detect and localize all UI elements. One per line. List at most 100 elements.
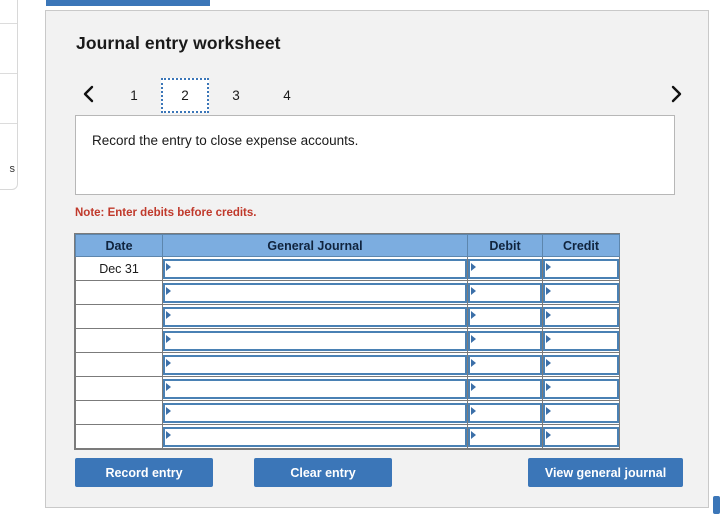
caret-right-icon	[166, 430, 171, 439]
account-select-cell[interactable]	[162, 280, 468, 305]
account-select[interactable]	[163, 306, 467, 327]
credit-input-cell[interactable]	[542, 376, 620, 401]
account-select-cell[interactable]	[162, 376, 468, 401]
clear-entry-button[interactable]: Clear entry	[254, 458, 392, 487]
debit-input-cell[interactable]	[467, 352, 543, 377]
date-cell[interactable]	[75, 424, 163, 449]
credit-input[interactable]	[543, 258, 619, 279]
debit-input[interactable]	[468, 378, 542, 399]
view-general-journal-button[interactable]: View general journal	[528, 458, 683, 487]
table-row	[75, 328, 620, 353]
credit-input-cell[interactable]	[542, 424, 620, 449]
pager-page-1[interactable]: 1	[110, 78, 158, 113]
instruction-box: Record the entry to close expense accoun…	[75, 115, 675, 195]
caret-right-icon	[546, 286, 551, 295]
credit-input-cell[interactable]	[542, 280, 620, 305]
debit-input[interactable]	[468, 402, 542, 423]
left-fragment-label: s	[9, 163, 16, 175]
date-cell[interactable]	[75, 328, 163, 353]
account-select-cell[interactable]	[162, 352, 468, 377]
credit-input[interactable]	[543, 378, 619, 399]
date-cell[interactable]	[75, 280, 163, 305]
record-entry-button[interactable]: Record entry	[75, 458, 213, 487]
account-select[interactable]	[163, 378, 467, 399]
debit-input[interactable]	[468, 258, 542, 279]
account-select[interactable]	[163, 426, 467, 447]
debit-input[interactable]	[468, 330, 542, 351]
previous-page-button[interactable]	[76, 79, 100, 109]
debit-input-cell[interactable]	[467, 256, 543, 281]
caret-right-icon	[471, 358, 476, 367]
account-select-cell[interactable]	[162, 256, 468, 281]
divider	[0, 73, 17, 74]
debit-input[interactable]	[468, 306, 542, 327]
credit-input[interactable]	[543, 402, 619, 423]
table-row	[75, 280, 620, 305]
caret-right-icon	[546, 358, 551, 367]
credit-input-cell[interactable]	[542, 400, 620, 425]
date-cell[interactable]	[75, 352, 163, 377]
account-select[interactable]	[163, 402, 467, 423]
credit-input[interactable]	[543, 354, 619, 375]
screen: s Journal entry worksheet 1 2 3 4 Record…	[0, 0, 725, 514]
table-row	[75, 304, 620, 329]
table-row	[75, 424, 620, 449]
debit-input-cell[interactable]	[467, 400, 543, 425]
chevron-right-icon	[669, 84, 683, 104]
caret-right-icon	[471, 406, 476, 415]
credit-input[interactable]	[543, 282, 619, 303]
pager-page-4[interactable]: 4	[263, 78, 311, 113]
journal-entry-worksheet-panel: Journal entry worksheet 1 2 3 4 Record t…	[45, 10, 709, 508]
debit-input[interactable]	[468, 282, 542, 303]
credit-input[interactable]	[543, 306, 619, 327]
debit-input-cell[interactable]	[467, 424, 543, 449]
caret-right-icon	[471, 334, 476, 343]
credit-input[interactable]	[543, 426, 619, 447]
left-panel-fragment: s	[0, 0, 18, 190]
debit-input-cell[interactable]	[467, 304, 543, 329]
active-tab-bar	[46, 0, 210, 6]
date-cell[interactable]: Dec 31	[75, 256, 163, 281]
date-cell[interactable]	[75, 376, 163, 401]
date-cell[interactable]	[75, 400, 163, 425]
journal-table-wrapper: Date General Journal Debit Credit Dec 31	[74, 233, 620, 450]
credit-input-cell[interactable]	[542, 328, 620, 353]
caret-right-icon	[546, 334, 551, 343]
next-page-button[interactable]	[664, 79, 688, 109]
account-select[interactable]	[163, 258, 467, 279]
page-title: Journal entry worksheet	[76, 33, 281, 53]
column-header-general-journal: General Journal	[162, 234, 468, 257]
column-header-date: Date	[75, 234, 163, 257]
account-select[interactable]	[163, 354, 467, 375]
debit-input-cell[interactable]	[467, 376, 543, 401]
account-select-cell[interactable]	[162, 424, 468, 449]
credit-input[interactable]	[543, 330, 619, 351]
pager-page-2[interactable]: 2	[161, 78, 209, 113]
caret-right-icon	[546, 382, 551, 391]
account-select[interactable]	[163, 282, 467, 303]
account-select[interactable]	[163, 330, 467, 351]
debit-input-cell[interactable]	[467, 280, 543, 305]
credit-input-cell[interactable]	[542, 304, 620, 329]
instruction-text: Record the entry to close expense accoun…	[92, 133, 359, 148]
column-header-debit: Debit	[467, 234, 543, 257]
caret-right-icon	[471, 430, 476, 439]
pager-page-3[interactable]: 3	[212, 78, 260, 113]
caret-right-icon	[166, 406, 171, 415]
debit-input[interactable]	[468, 426, 542, 447]
debit-input-cell[interactable]	[467, 328, 543, 353]
account-select-cell[interactable]	[162, 328, 468, 353]
account-select-cell[interactable]	[162, 304, 468, 329]
table-row	[75, 376, 620, 401]
table-row	[75, 400, 620, 425]
date-cell[interactable]	[75, 304, 163, 329]
credit-input-cell[interactable]	[542, 256, 620, 281]
caret-right-icon	[546, 310, 551, 319]
account-select-cell[interactable]	[162, 400, 468, 425]
journal-table-body: Dec 31	[75, 256, 620, 449]
caret-right-icon	[166, 262, 171, 271]
credit-input-cell[interactable]	[542, 352, 620, 377]
debit-input[interactable]	[468, 354, 542, 375]
vertical-scrollbar-thumb[interactable]	[713, 496, 720, 514]
pager-page-3-label: 3	[232, 88, 240, 103]
